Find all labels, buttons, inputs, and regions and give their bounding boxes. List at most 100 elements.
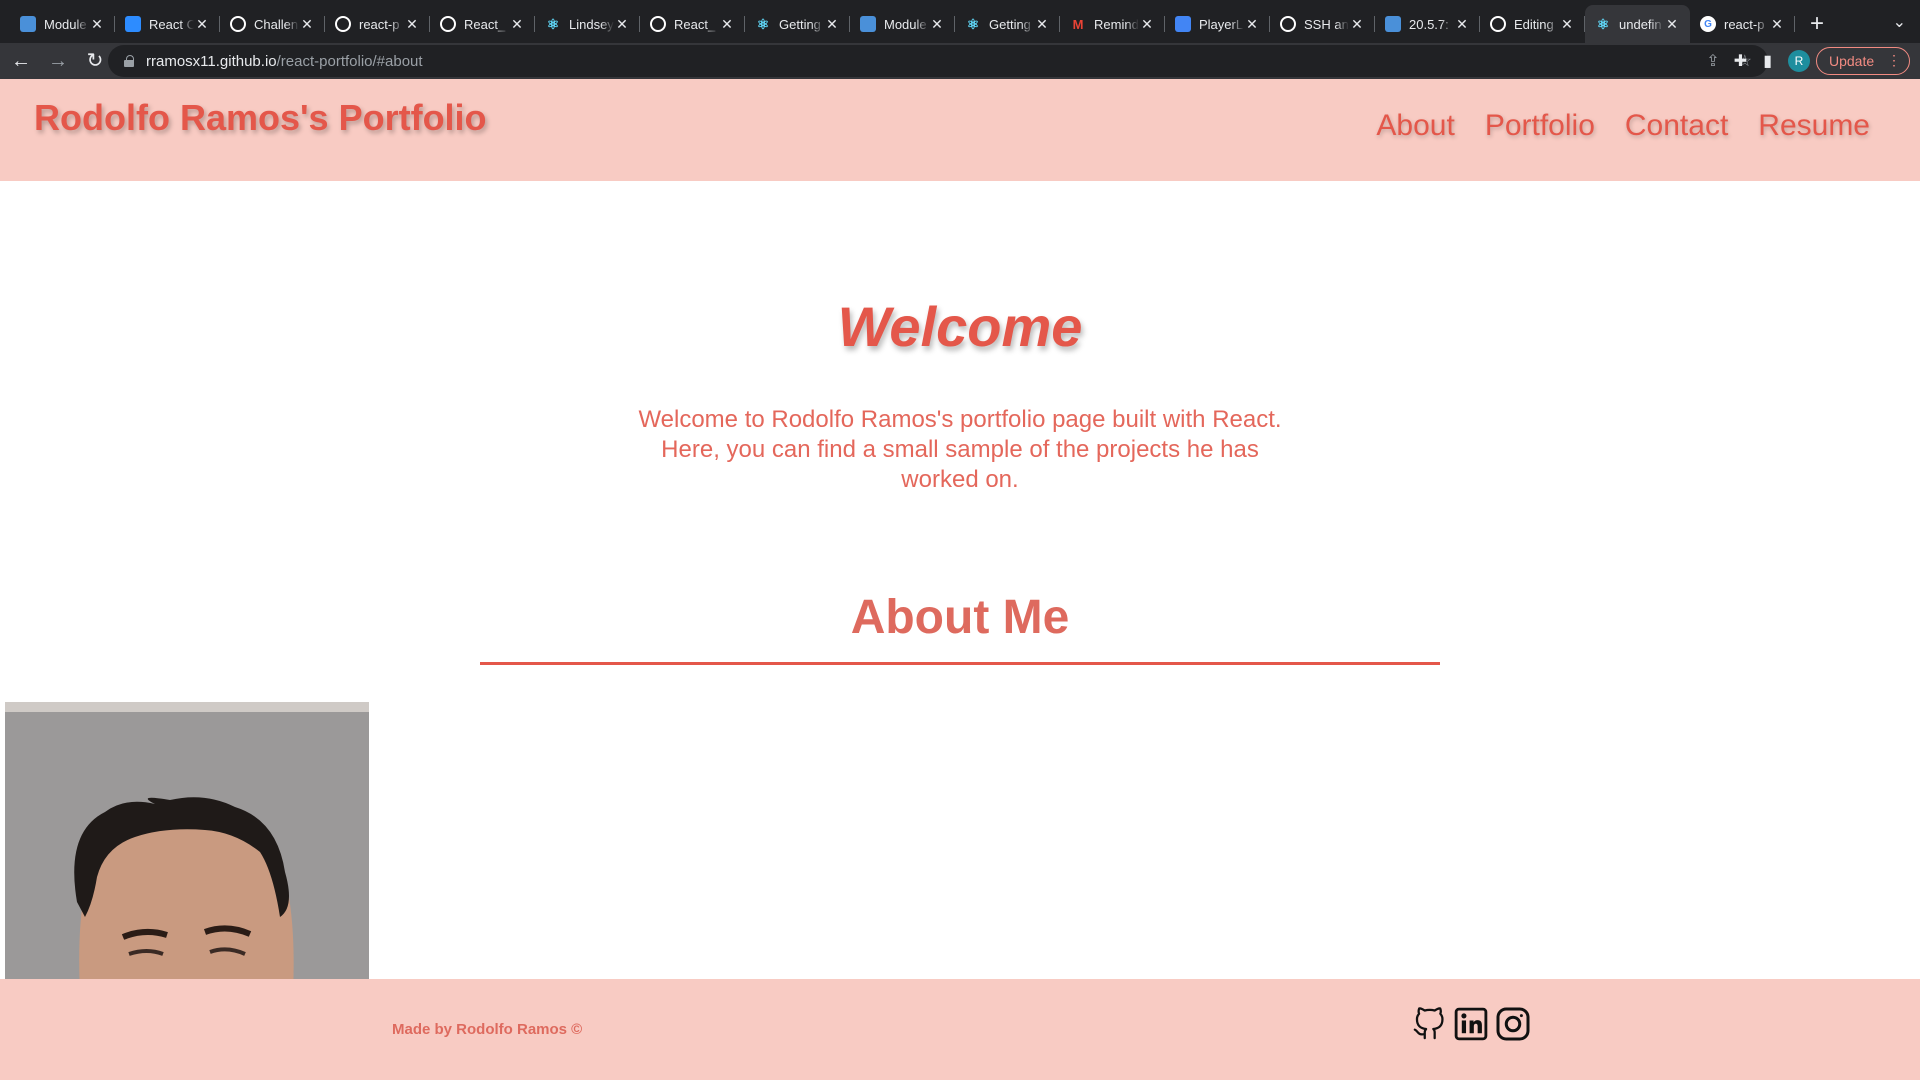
doc-icon [20, 16, 36, 32]
browser-tab[interactable]: M Remind ✕ [1060, 5, 1165, 43]
browser-tab[interactable]: Module ✕ [10, 5, 115, 43]
close-tab-icon[interactable]: ✕ [1559, 16, 1575, 32]
profile-avatar[interactable]: R [1788, 50, 1810, 72]
about-heading: About Me [850, 591, 1070, 644]
browser-tab[interactable]: React C ✕ [115, 5, 220, 43]
nav-portfolio-link[interactable]: Portfolio [1485, 109, 1595, 143]
tab-title: 20.5.7: [1409, 16, 1449, 32]
close-tab-icon[interactable]: ✕ [1034, 16, 1050, 32]
browser-tab[interactable]: React_ ✕ [640, 5, 745, 43]
react-icon: ⚛ [756, 15, 770, 32]
close-tab-icon[interactable]: ✕ [89, 16, 105, 32]
linkedin-icon[interactable] [1453, 1004, 1489, 1044]
close-tab-icon[interactable]: ✕ [1664, 16, 1680, 32]
tab-title: Editing [1514, 16, 1554, 32]
profile-photo-illustration [5, 702, 369, 992]
github-icon [1280, 16, 1296, 32]
react-icon: ⚛ [966, 15, 980, 32]
tab-title: React C [149, 16, 194, 32]
react-icon: ⚛ [546, 15, 560, 32]
footer-credit: Made by Rodolfo Ramos © [392, 1021, 583, 1038]
nav-contact-link[interactable]: Contact [1625, 109, 1728, 143]
tab-title: SSH an [1304, 16, 1349, 32]
back-arrow-icon[interactable]: ← [5, 45, 37, 77]
doc-icon [860, 16, 876, 32]
github-icon [650, 16, 666, 32]
close-tab-icon[interactable]: ✕ [299, 16, 315, 32]
browser-tab[interactable]: React_ ✕ [430, 5, 535, 43]
browser-tab[interactable]: 20.5.7: ✕ [1375, 5, 1480, 43]
tab-search-chevron-icon[interactable]: ⌄ [1893, 12, 1906, 32]
close-tab-icon[interactable]: ✕ [194, 16, 210, 32]
close-tab-icon[interactable]: ✕ [1139, 16, 1155, 32]
about-divider [480, 662, 1440, 665]
side-panel-icon[interactable]: ▮ [1763, 51, 1772, 71]
tab-title: react-p [359, 16, 400, 32]
update-button[interactable]: Update ⋮ [1816, 47, 1910, 75]
reload-icon[interactable]: ↻ [79, 45, 111, 77]
tab-title: Module [44, 16, 87, 32]
github-icon[interactable] [1411, 1004, 1447, 1044]
browser-toolbar: ← → ↻ rramosx11.github.io/react-portfoli… [0, 43, 1920, 79]
tab-title: React_ [674, 16, 716, 32]
tab-title: PlayerL [1199, 16, 1244, 32]
github-icon [1490, 16, 1506, 32]
web-page: Rodolfo Ramos's Portfolio About Portfoli… [0, 79, 1920, 1080]
close-tab-icon[interactable]: ✕ [929, 16, 945, 32]
close-tab-icon[interactable]: ✕ [1454, 16, 1470, 32]
browser-tab-strip: Module ✕ React C ✕ Challen ✕ react-p ✕ React_ ✕ ⚛ L… [0, 0, 1920, 47]
instagram-icon[interactable] [1495, 1004, 1531, 1044]
close-tab-icon[interactable]: ✕ [1769, 16, 1785, 32]
browser-tab[interactable]: ⚛ Lindsey ✕ [535, 5, 640, 43]
address-bar[interactable]: rramosx11.github.io/react-portfolio/#abo… [108, 45, 1768, 77]
nav-resume-link[interactable]: Resume [1758, 109, 1870, 143]
doc-icon [1385, 16, 1401, 32]
tab-title: Module [884, 16, 927, 32]
browser-tab[interactable]: Module ✕ [850, 5, 955, 43]
site-header: Rodolfo Ramos's Portfolio About Portfoli… [0, 79, 1920, 181]
tab-title: Lindsey [569, 16, 614, 32]
tab-title: Getting [989, 16, 1031, 32]
browser-tab[interactable]: Greact-p ✕ [1690, 5, 1795, 43]
browser-tab[interactable]: Challen ✕ [220, 5, 325, 43]
github-icon [230, 16, 246, 32]
tab-title: Remind [1094, 16, 1139, 32]
browser-tab[interactable]: react-p ✕ [325, 5, 430, 43]
site-title[interactable]: Rodolfo Ramos's Portfolio [34, 97, 487, 139]
close-tab-icon[interactable]: ✕ [824, 16, 840, 32]
browser-tab[interactable]: ⚛ undefin ✕ [1585, 5, 1690, 47]
site-nav: About Portfolio Contact Resume [1376, 109, 1870, 143]
welcome-paragraph: Welcome to Rodolfo Ramos's portfolio pag… [638, 406, 1282, 493]
new-tab-button[interactable]: + [1801, 9, 1833, 41]
social-links [1411, 1004, 1531, 1044]
close-tab-icon[interactable]: ✕ [1244, 16, 1260, 32]
site-footer: Made by Rodolfo Ramos © [0, 979, 1920, 1080]
welcome-heading: Welcome [837, 295, 1083, 358]
tab-title: react-p [1724, 16, 1765, 32]
browser-tab[interactable]: SSH an ✕ [1270, 5, 1375, 43]
url-host: rramosx11.github.io [146, 52, 277, 70]
share-icon[interactable]: ⇪ [1706, 51, 1719, 71]
tab-title: undefin [1619, 16, 1662, 32]
tab-title: Challen [254, 16, 299, 32]
gmail-icon: M [1072, 16, 1084, 32]
browser-tab[interactable]: Editing ✕ [1480, 5, 1585, 43]
more-menu-icon[interactable]: ⋮ [1887, 52, 1901, 69]
lock-icon [124, 55, 134, 67]
tab-list: Module ✕ React C ✕ Challen ✕ react-p ✕ React_ ✕ ⚛ L… [10, 5, 1795, 47]
browser-tab[interactable]: ⚛ Getting ✕ [955, 5, 1060, 43]
close-tab-icon[interactable]: ✕ [614, 16, 630, 32]
google-icon: G [1700, 16, 1716, 32]
zoom-icon [125, 16, 141, 32]
google-docs-icon [1175, 16, 1191, 32]
extensions-puzzle-icon[interactable]: ✚ [1734, 51, 1747, 71]
url-path: /react-portfolio/#about [276, 52, 423, 70]
close-tab-icon[interactable]: ✕ [509, 16, 525, 32]
close-tab-icon[interactable]: ✕ [404, 16, 420, 32]
nav-about-link[interactable]: About [1376, 109, 1454, 143]
browser-tab[interactable]: PlayerL ✕ [1165, 5, 1270, 43]
browser-tab[interactable]: ⚛ Getting ✕ [745, 5, 850, 43]
close-tab-icon[interactable]: ✕ [1349, 16, 1365, 32]
close-tab-icon[interactable]: ✕ [719, 16, 735, 32]
forward-arrow-icon[interactable]: → [42, 45, 74, 77]
